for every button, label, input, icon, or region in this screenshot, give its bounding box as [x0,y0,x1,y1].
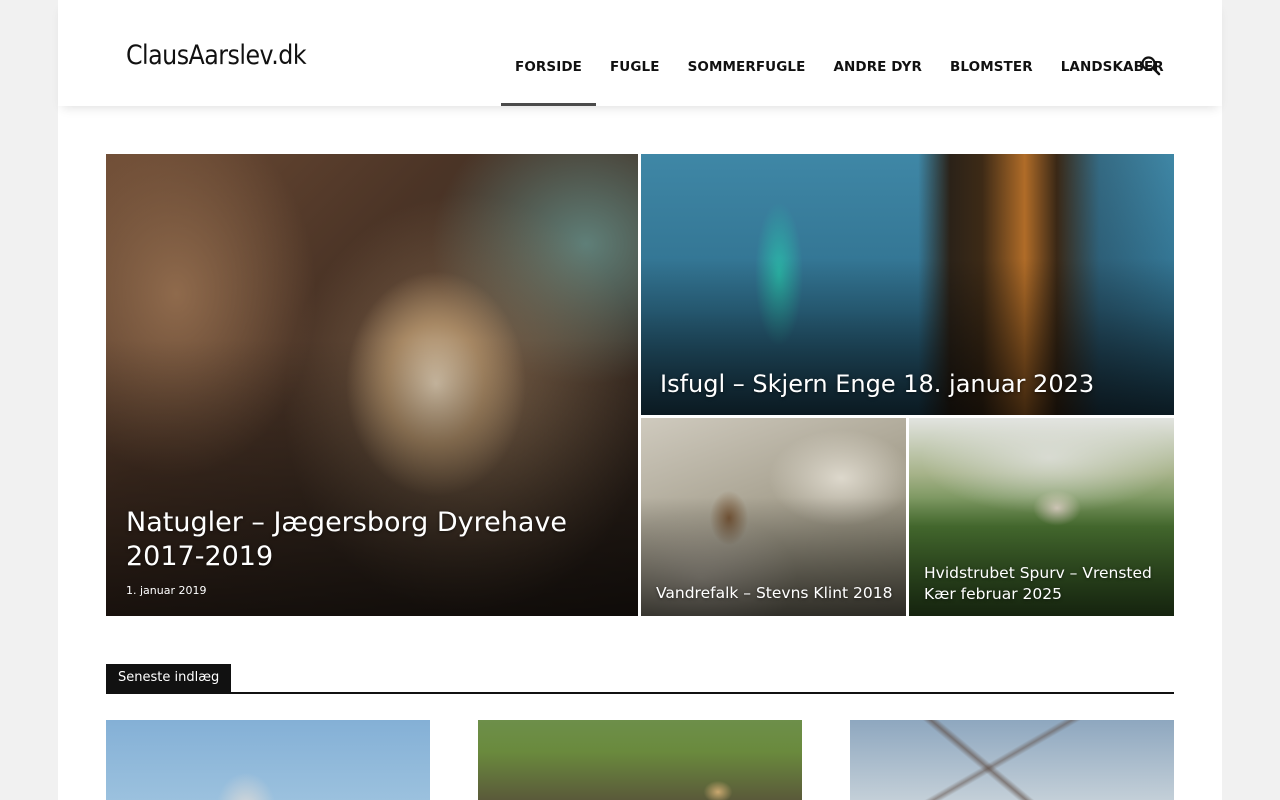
page-container: ClausAarslev.dk FORSIDE FUGLE SOMMERFUGL… [58,0,1222,800]
featured-post-big[interactable]: Natugler – Jægersborg Dyrehave 2017-2019… [106,154,638,616]
nav-item-andre-dyr[interactable]: ANDRE DYR [819,0,936,106]
nav-item-blomster[interactable]: BLOMSTER [936,0,1047,106]
search-icon [1141,56,1161,76]
nav-item-forside[interactable]: FORSIDE [501,0,596,106]
featured-post-title[interactable]: Vandrefalk – Stevns Klint 2018 [656,584,892,602]
featured-post-bottom-right[interactable]: Hvidstrubet Spurv – Vrensted Kær februar… [909,418,1174,616]
featured-post-top-right[interactable]: Isfugl – Skjern Enge 18. januar 2023 [641,154,1174,415]
site-logo[interactable]: ClausAarslev.dk [126,40,307,71]
section-divider [106,692,1174,694]
nav-item-sommerfugle[interactable]: SOMMERFUGLE [674,0,820,106]
section-heading-latest: Seneste indlæg [106,664,232,692]
latest-post-thumbnail[interactable] [106,720,430,800]
search-button[interactable] [1140,55,1162,77]
main-nav: FORSIDE FUGLE SOMMERFUGLE ANDRE DYR BLOM… [501,0,1178,106]
featured-post-bottom-left[interactable]: Vandrefalk – Stevns Klint 2018 [641,418,906,616]
featured-post-title[interactable]: Hvidstrubet Spurv – Vrensted Kær februar… [924,563,1164,605]
nav-item-fugle[interactable]: FUGLE [596,0,674,106]
nav-item-landskaber[interactable]: LANDSKABER [1047,0,1178,106]
featured-post-title[interactable]: Natugler – Jægersborg Dyrehave 2017-2019 [126,506,596,574]
featured-post-title[interactable]: Isfugl – Skjern Enge 18. januar 2023 [660,370,1094,398]
featured-post-date: 1. januar 2019 [126,584,207,597]
latest-post-thumbnail[interactable] [478,720,802,800]
latest-post-thumbnail[interactable] [850,720,1174,800]
site-header: ClausAarslev.dk FORSIDE FUGLE SOMMERFUGL… [58,0,1222,106]
image-overlay [106,338,638,616]
